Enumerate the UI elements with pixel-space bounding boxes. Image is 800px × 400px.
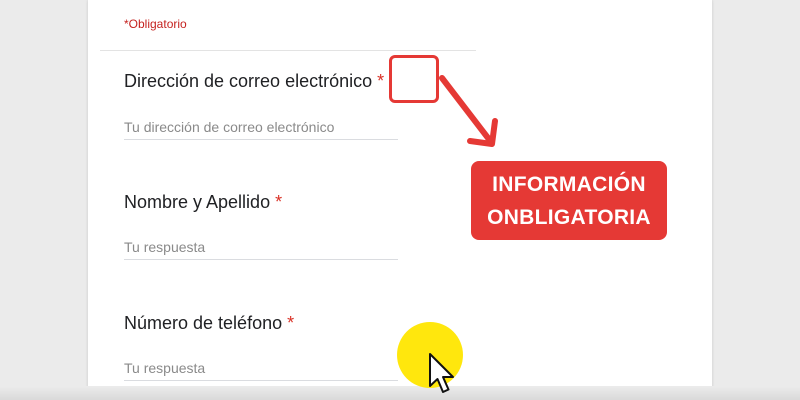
mouse-pointer-icon [429,353,454,393]
callout-line-1: INFORMACIÓN [492,173,646,196]
mandatory-info-callout: INFORMACIÓN ONBLIGATORIA [471,161,667,240]
callout-line-2: ONBLIGATORIA [487,206,651,229]
